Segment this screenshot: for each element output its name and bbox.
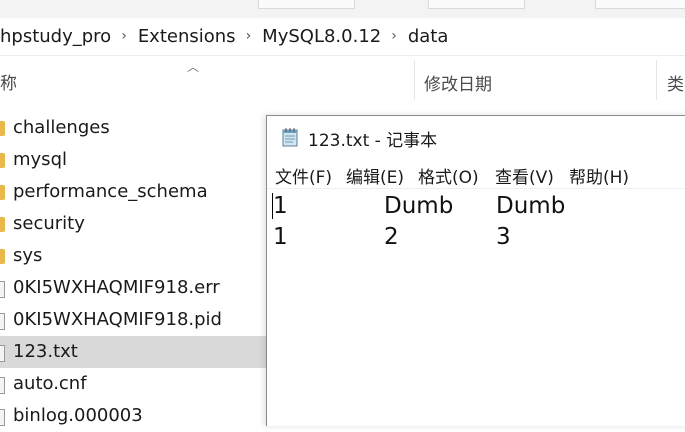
text-cell: 2 — [384, 224, 399, 250]
menu-format[interactable]: 格式(O) — [418, 163, 479, 188]
file-icon — [0, 313, 5, 330]
window-title: 123.txt - 记事本 — [308, 131, 438, 151]
list-item[interactable]: performance_schema — [0, 176, 267, 208]
list-item[interactable]: sys — [0, 240, 267, 272]
file-name: 0KI5WXHAQMIF918.pid — [13, 309, 222, 330]
file-name: 0KI5WXHAQMIF918.err — [13, 277, 220, 298]
list-item[interactable]: binlog.000003 — [0, 400, 267, 432]
chevron-right-icon[interactable]: › — [121, 28, 127, 44]
file-name: auto.cnf — [13, 373, 87, 394]
text-cell: 1 — [273, 224, 288, 250]
file-name: security — [13, 213, 85, 234]
file-name: 123.txt — [13, 341, 78, 362]
ribbon-button[interactable] — [258, 0, 355, 9]
folder-icon — [0, 185, 5, 200]
notepad-window[interactable]: 123.txt - 记事本 文件(F) 编辑(E) 格式(O) 查看(V) 帮助… — [266, 115, 685, 426]
menu-help[interactable]: 帮助(H) — [569, 163, 629, 188]
breadcrumb-item-extensions[interactable]: Extensions — [138, 26, 236, 47]
notepad-icon — [282, 128, 298, 147]
folder-icon — [0, 249, 5, 264]
file-name: performance_schema — [13, 181, 208, 202]
column-header-name[interactable]: 称 — [0, 69, 17, 94]
list-item[interactable]: security — [0, 208, 267, 240]
file-name: challenges — [13, 117, 110, 138]
column-header-bar: 称 ︿ 修改日期 类 — [0, 56, 685, 102]
list-item[interactable]: challenges — [0, 112, 267, 144]
folder-icon — [0, 217, 5, 232]
breadcrumb-item-hpstudy-pro[interactable]: hpstudy_pro — [0, 26, 111, 47]
menu-bar: 文件(F) 编辑(E) 格式(O) 查看(V) 帮助(H) — [267, 160, 685, 189]
ribbon-button[interactable] — [428, 0, 525, 9]
list-item-selected[interactable]: 123.txt — [0, 336, 267, 368]
file-icon — [0, 377, 5, 394]
sort-ascending-icon: ︿ — [187, 60, 200, 74]
ribbon-button[interactable] — [595, 0, 685, 9]
list-item[interactable]: mysql — [0, 144, 267, 176]
list-item[interactable]: 0KI5WXHAQMIF918.pid — [0, 304, 267, 336]
list-item[interactable]: 0KI5WXHAQMIF918.err — [0, 272, 267, 304]
breadcrumb-item-mysql[interactable]: MySQL8.0.12 — [262, 26, 381, 47]
title-bar[interactable]: 123.txt - 记事本 — [267, 116, 685, 156]
folder-icon — [0, 121, 5, 136]
column-header-date[interactable]: 修改日期 — [424, 70, 492, 95]
chevron-right-icon[interactable]: › — [391, 28, 397, 44]
column-divider[interactable] — [414, 60, 415, 100]
address-bar[interactable]: hpstudy_pro › Extensions › MySQL8.0.12 ›… — [0, 18, 685, 56]
menu-view[interactable]: 查看(V) — [495, 163, 554, 188]
column-divider[interactable] — [656, 60, 657, 100]
text-cell: 3 — [496, 224, 511, 250]
text-file-icon — [0, 345, 5, 362]
ribbon-bar — [0, 0, 685, 19]
text-cell: Dumb — [384, 193, 454, 219]
text-cell: 1 — [273, 193, 288, 219]
folder-icon — [0, 153, 5, 168]
file-name: sys — [13, 245, 43, 266]
text-editor[interactable]: 1 Dumb Dumb 1 2 3 — [267, 189, 685, 429]
list-item[interactable]: auto.cnf — [0, 368, 267, 400]
breadcrumb-item-data[interactable]: data — [408, 26, 449, 47]
text-cell: Dumb — [496, 193, 566, 219]
menu-file[interactable]: 文件(F) — [275, 163, 332, 188]
file-name: mysql — [13, 149, 67, 170]
file-icon — [0, 281, 5, 298]
breadcrumb: hpstudy_pro › Extensions › MySQL8.0.12 ›… — [0, 24, 448, 48]
menu-edit[interactable]: 编辑(E) — [346, 163, 404, 188]
file-icon — [0, 409, 5, 426]
column-header-type[interactable]: 类 — [667, 70, 684, 95]
chevron-right-icon[interactable]: › — [246, 28, 252, 44]
